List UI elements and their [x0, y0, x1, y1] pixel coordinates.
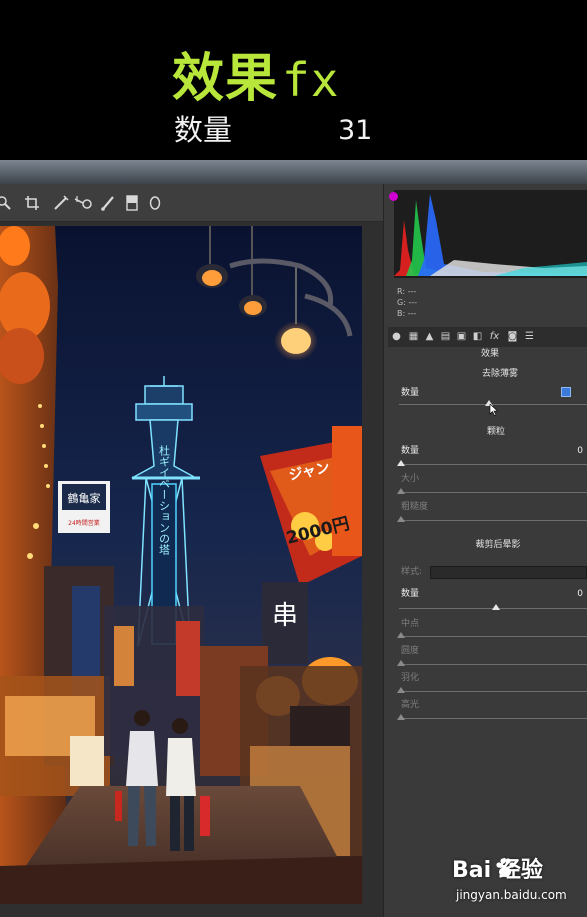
grain-amount-label: 数量: [401, 446, 420, 456]
grain-roughness-label: 粗糙度: [401, 502, 429, 512]
rgb-readout-r: R: ---: [397, 287, 416, 297]
straighten-tool-icon[interactable]: [53, 195, 69, 211]
grain-size-label: 大小: [401, 474, 420, 484]
dehaze-amount-label: 数量: [401, 388, 420, 398]
vignette-amount-label: 数量: [401, 589, 420, 599]
banner-char: 串: [272, 601, 298, 631]
vignette-roundness-label: 圆度: [401, 646, 420, 656]
screen: 效果fx 数量 31 鶴亀家 24時間営業 杜ギイベーションの塔 ジャン 200…: [0, 0, 587, 917]
shadow-clipping-indicator-icon[interactable]: [389, 192, 398, 201]
lens-tab-icon[interactable]: ◧: [472, 331, 483, 342]
b-value: ---: [407, 309, 417, 318]
paw-icon: [494, 857, 516, 879]
crop-tool-icon[interactable]: [24, 195, 40, 211]
g-label: G:: [397, 298, 406, 307]
vignette-feather-slider[interactable]: [397, 687, 405, 693]
grain-size-slider[interactable]: [397, 488, 405, 494]
vignette-title: 裁剪后晕影: [475, 540, 521, 550]
r-value: ---: [407, 287, 417, 296]
grain-amount-slider[interactable]: [397, 460, 405, 466]
vignette-highlights-slider[interactable]: [397, 714, 405, 720]
dehaze-title: 去除薄雾: [481, 369, 518, 379]
caption-subtitle: 数量: [174, 113, 233, 147]
vignette-style-dropdown[interactable]: [430, 566, 587, 579]
vignette-feather-label: 羽化: [401, 673, 420, 683]
g-value: ---: [408, 298, 418, 307]
split-toning-tab-icon[interactable]: ▣: [456, 331, 467, 342]
caption-fx-text: fx: [282, 53, 340, 107]
vignette-roundness-track[interactable]: [399, 664, 587, 665]
grain-amount-value[interactable]: 0: [577, 446, 583, 457]
r-label: R:: [397, 287, 406, 296]
caption-title-text: 效果: [172, 49, 279, 109]
detail-tab-icon[interactable]: ▲: [424, 331, 435, 342]
hsl-tab-icon[interactable]: ▤: [440, 331, 451, 342]
shop-sign-sub: 24時間営業: [68, 519, 100, 527]
vignette-roundness-slider[interactable]: [397, 660, 405, 666]
zoom-tool-icon[interactable]: [0, 195, 12, 211]
effects-section-title: 效果: [480, 349, 499, 359]
presets-tab-icon[interactable]: ☰: [524, 331, 535, 342]
vignette-feather-track[interactable]: [399, 691, 587, 692]
camera-calibration-tab-icon[interactable]: ◙: [507, 331, 518, 342]
tool-bar: [0, 184, 383, 222]
grain-size-track[interactable]: [399, 492, 587, 493]
street-photo: 鶴亀家 24時間営業 杜ギイベーションの塔 ジャン 2000円 串: [0, 226, 362, 904]
dehaze-value-field[interactable]: [561, 387, 571, 397]
rgb-readout-b: B: ---: [397, 309, 416, 319]
basic-tab-icon[interactable]: ●: [391, 331, 402, 342]
vignette-style-label: 样式:: [401, 567, 423, 577]
panel-tab-bar: ● ▦ ▲ ▤ ▣ ◧ fx ◙ ☰: [388, 327, 587, 347]
vignette-midpoint-label: 中点: [401, 619, 420, 629]
shop-sign-text: 鶴亀家: [68, 491, 101, 505]
caption-value: 31: [338, 115, 373, 146]
app-top-strip: [0, 160, 587, 184]
mouse-cursor-icon: [489, 401, 499, 416]
grain-title: 颗粒: [486, 427, 505, 437]
adjustment-brush-tool-icon[interactable]: [100, 195, 116, 211]
vignette-midpoint-slider[interactable]: [397, 632, 405, 638]
histogram: [394, 190, 587, 278]
radial-filter-tool-icon[interactable]: [147, 195, 163, 211]
grain-amount-track[interactable]: [399, 464, 587, 465]
b-label: B:: [397, 309, 406, 318]
vignette-amount-slider[interactable]: [492, 604, 500, 610]
vignette-amount-value[interactable]: 0: [577, 589, 583, 600]
rgb-readout-g: G: ---: [397, 298, 417, 308]
grain-roughness-track[interactable]: [399, 520, 587, 521]
vignette-highlights-track[interactable]: [399, 718, 587, 719]
effects-fx-tab-icon[interactable]: fx: [489, 331, 500, 342]
graduated-filter-tool-icon[interactable]: [124, 195, 140, 211]
baidu-watermark-url: jingyan.baidu.com: [456, 888, 567, 902]
tower-vertical-sign: 杜ギイベーションの塔: [158, 444, 171, 556]
vignette-highlights-label: 高光: [401, 700, 420, 710]
vignette-midpoint-track[interactable]: [399, 636, 587, 637]
caption-title: 效果fx: [172, 48, 339, 111]
photo-canvas: 鶴亀家 24時間営業 杜ギイベーションの塔 ジャン 2000円 串: [0, 226, 362, 904]
tone-curve-tab-icon[interactable]: ▦: [408, 331, 419, 342]
spot-removal-tool-icon[interactable]: [74, 195, 92, 211]
grain-roughness-slider[interactable]: [397, 516, 405, 522]
